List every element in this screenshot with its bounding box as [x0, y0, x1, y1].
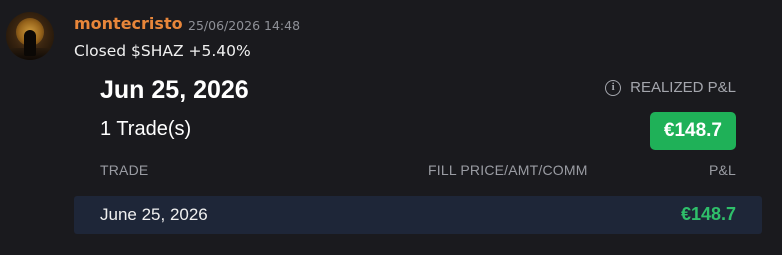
avatar-figure: [24, 30, 36, 56]
message-content: Closed $SHAZ +5.40%: [74, 42, 251, 60]
table-row[interactable]: June 25, 2026 €148.7: [74, 196, 762, 234]
row-trade-date: June 25, 2026: [100, 205, 208, 224]
column-header-fill: FILL PRICE/AMT/COMM: [428, 162, 588, 178]
column-header-trade: TRADE: [100, 162, 149, 178]
trade-count: 1 Trade(s): [100, 118, 192, 140]
realized-pnl-label: REALIZED P&L: [630, 79, 736, 96]
avatar[interactable]: [6, 12, 54, 60]
message-author[interactable]: montecristo: [74, 14, 183, 33]
info-icon[interactable]: i: [605, 79, 622, 96]
chat-message: montecristo 25/06/2026 14:48 Closed $SHA…: [0, 0, 782, 255]
card-date: Jun 25, 2026: [100, 76, 249, 104]
row-pnl-value: €148.7: [680, 204, 736, 224]
column-header-pnl: P&L: [708, 162, 736, 178]
realized-pnl-header: i REALIZED P&L: [605, 79, 736, 96]
message-timestamp: 25/06/2026 14:48: [188, 18, 301, 33]
pnl-card: Jun 25, 2026 i REALIZED P&L 1 Trade(s) €…: [74, 70, 762, 236]
pnl-total-badge: €148.7: [649, 112, 736, 150]
